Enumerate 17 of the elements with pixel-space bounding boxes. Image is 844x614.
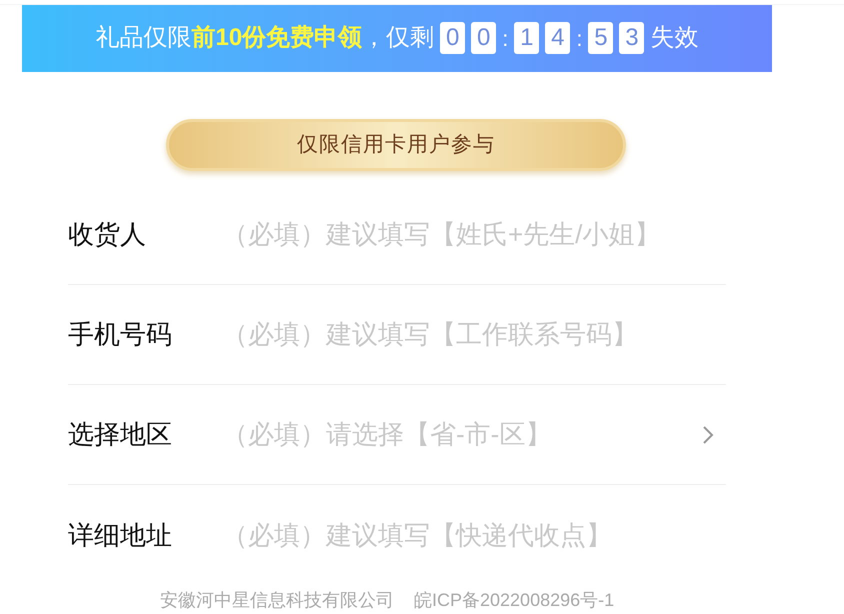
field-label: 手机号码 bbox=[68, 318, 173, 351]
countdown-digit: 1 bbox=[514, 22, 540, 54]
field-label: 详细地址 bbox=[68, 518, 173, 552]
footer-text: 安徽河中星信息科技有限公司 皖ICP备2022008296号-1 bbox=[160, 589, 616, 612]
countdown-digit: 0 bbox=[440, 22, 466, 54]
chevron-right-icon bbox=[702, 424, 714, 444]
countdown-digit: 3 bbox=[619, 22, 644, 54]
countdown-separator: : bbox=[576, 24, 582, 53]
countdown-digit: 0 bbox=[471, 22, 496, 54]
notice-button[interactable]: 仅限信用卡用户参与 bbox=[166, 119, 626, 171]
countdown-separator: : bbox=[502, 24, 508, 53]
field-label: 选择地区 bbox=[68, 418, 173, 451]
banner-suffix: 失效 bbox=[650, 23, 698, 54]
countdown-digit: 5 bbox=[588, 22, 614, 54]
countdown-digit: 4 bbox=[545, 22, 570, 54]
banner-text: 礼品仅限前10份免费申领，仅剩 bbox=[96, 23, 434, 54]
field-label: 收货人 bbox=[68, 218, 147, 251]
